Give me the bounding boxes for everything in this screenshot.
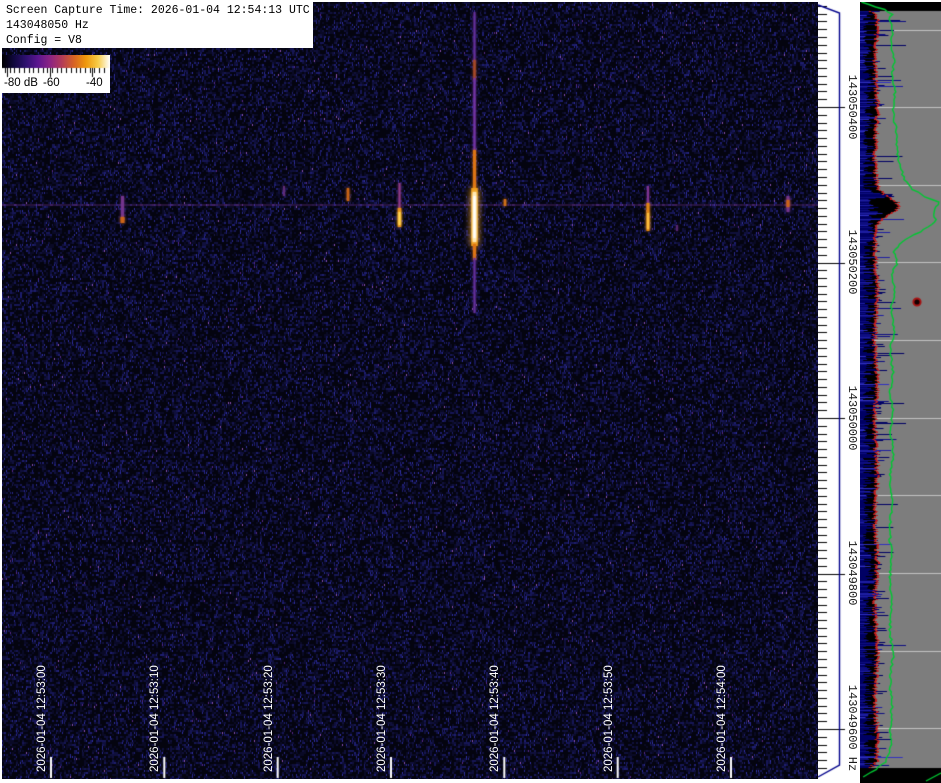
db-label-max: -40	[86, 77, 103, 89]
side-spectrum-panel	[860, 2, 941, 783]
color-scale: -80 dB -60 -40	[2, 55, 110, 93]
time-label-1: 2026-01-04 12:53:10	[148, 665, 162, 772]
time-label-4: 2026-01-04 12:53:40	[488, 665, 502, 772]
db-label-min: -80 dB	[4, 77, 38, 89]
time-label-5: 2026-01-04 12:53:50	[602, 665, 616, 772]
time-label-6: 2026-01-04 12:54:00	[715, 665, 729, 772]
freq-label-1: 143050200	[845, 230, 858, 295]
time-label-3: 2026-01-04 12:53:30	[375, 665, 389, 772]
db-label-mid: -60	[43, 77, 60, 89]
time-label-2: 2026-01-04 12:53:20	[262, 665, 276, 772]
time-label-0: 2026-01-04 12:53:00	[35, 665, 49, 772]
spectrogram-screen: Screen Capture Time: 2026-01-04 12:54:13…	[0, 0, 941, 783]
center-frequency-text: 143048050 Hz	[6, 18, 313, 33]
config-text: Config = V8	[6, 33, 313, 48]
freq-label-4: 143049600 Hz	[845, 685, 858, 771]
freq-label-2: 143050000	[845, 385, 858, 450]
capture-info-box: Screen Capture Time: 2026-01-04 12:54:13…	[2, 2, 313, 48]
capture-time-text: Screen Capture Time: 2026-01-04 12:54:13…	[6, 3, 313, 18]
freq-label-0: 143050400	[845, 75, 858, 140]
freq-label-3: 143049800	[845, 541, 858, 606]
waterfall-spectrogram	[2, 2, 818, 779]
